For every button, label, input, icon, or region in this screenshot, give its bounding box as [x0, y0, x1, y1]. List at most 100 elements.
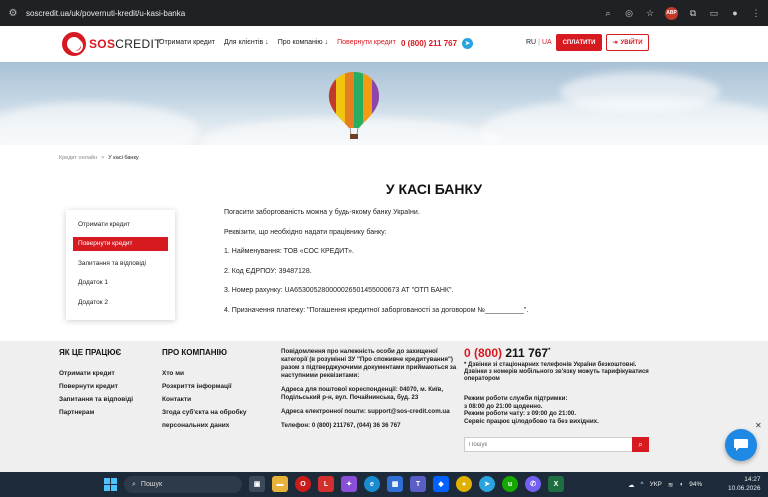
store-icon[interactable]: ▦: [387, 476, 403, 492]
teams-icon[interactable]: T: [410, 476, 426, 492]
breadcrumb: Кредит онлайн > У касі банку: [59, 155, 139, 161]
dropbox-icon[interactable]: ◆: [433, 476, 449, 492]
windows-start-icon[interactable]: [104, 478, 117, 491]
excel-icon[interactable]: X: [548, 476, 564, 492]
main-nav: Отримати кредит Для клієнтів ↓ Про компа…: [159, 39, 396, 46]
footer-link-partners[interactable]: Партнерам: [59, 406, 133, 419]
footer-link-who-we-are[interactable]: Хто ми: [162, 367, 272, 380]
system-tray: ☁ ^ УКР ≋ ◖ 94%: [628, 472, 702, 497]
header-phone[interactable]: 0 (800) 211 767 ➤: [401, 38, 474, 49]
nav-about[interactable]: Про компанію ↓: [278, 39, 328, 46]
clock-time: 14:27: [744, 476, 761, 483]
page-title: У КАСІ БАНКУ: [385, 181, 483, 197]
footer-hours-3: Режим роботи чату: з 09:00 до 21:00.: [464, 410, 577, 417]
cloud-icon[interactable]: ☁: [628, 481, 635, 489]
footer-col2-title: ПРО КОМПАНІЮ: [162, 348, 227, 357]
telegram-icon[interactable]: ➤: [462, 38, 474, 49]
footer-col1-title: ЯК ЦЕ ПРАЦЮЄ: [59, 348, 122, 357]
wifi-icon[interactable]: ≋: [668, 481, 673, 489]
edge-icon[interactable]: e: [364, 476, 380, 492]
footer-link-faq[interactable]: Запитання та відповіді: [59, 393, 133, 406]
footer-about: ПРО КОМПАНІЮ Хто ми Розкриття інформації…: [162, 348, 272, 432]
lang-ru[interactable]: RU: [526, 39, 536, 46]
browser-address-bar: ⚙ soscredit.ua/uk/povernuti-kredit/u-kas…: [0, 0, 768, 26]
logo[interactable]: SOSCREDIT: [62, 32, 162, 56]
nav-get-credit[interactable]: Отримати кредит: [159, 39, 215, 46]
content-intro: Погасити заборгованість можна у будь-яко…: [224, 209, 420, 216]
eye-off-icon[interactable]: ◎: [623, 7, 635, 19]
footer-phone-prefix: 0 (800): [464, 346, 503, 360]
footer-link-get-credit[interactable]: Отримати кредит: [59, 367, 133, 380]
url-field[interactable]: soscredit.ua/uk/povernuti-kredit/u-kasi-…: [26, 9, 185, 18]
profile-icon[interactable]: ●: [729, 7, 741, 19]
lifebuoy-icon: [62, 32, 86, 56]
search-button[interactable]: ⌕: [632, 437, 649, 452]
side-item-appendix-2[interactable]: Додаток 2: [73, 293, 168, 313]
footer-hours: Режим роботи служби підтримки: з 08:00 д…: [464, 395, 649, 425]
footer-notice-text: Повідомлення про належність особи до зах…: [281, 348, 457, 379]
chat-button[interactable]: [725, 429, 757, 461]
footer-link-consent[interactable]: Згода суб'єкта на обробку персональних д…: [162, 406, 272, 432]
hero-banner: [0, 62, 768, 145]
footer-how-it-works: ЯК ЦЕ ПРАЦЮЄ Отримати кредит Повернути к…: [59, 348, 133, 419]
footer-phone-main: 211 767: [505, 346, 549, 360]
nav-for-clients[interactable]: Для клієнтів ↓: [224, 39, 269, 46]
footer-contact: 0 (800) 211 767* * Дзвінки зі стаціонарн…: [464, 346, 649, 452]
opera-icon[interactable]: O: [295, 476, 311, 492]
header-phone-number[interactable]: 0 (800) 211 767: [401, 39, 457, 48]
footer-free-note: * Дзвінки зі стаціонарних телефонів Укра…: [464, 362, 649, 382]
login-icon: ⇥: [612, 40, 618, 46]
footer-link-disclosure[interactable]: Розкриття інформації: [162, 380, 272, 393]
nav-return-credit[interactable]: Повернути кредит: [337, 39, 396, 46]
site-settings-icon[interactable]: ⚙: [6, 6, 20, 20]
keyboard-lang[interactable]: УКР: [650, 481, 662, 488]
footer-phones: Телефон: 0 (800) 211767, (044) 36 36 767: [281, 422, 401, 429]
side-item-return-credit[interactable]: Повернути кредит: [73, 236, 168, 251]
extensions-icon[interactable]: ⧉: [687, 7, 699, 19]
footer-link-contacts[interactable]: Контакти: [162, 393, 272, 406]
battery-level[interactable]: 94%: [689, 481, 702, 488]
chrome-icon[interactable]: ●: [456, 476, 472, 492]
star-icon[interactable]: ☆: [644, 7, 656, 19]
adblock-icon[interactable]: ABP: [665, 6, 678, 20]
upwork-icon[interactable]: u: [502, 476, 518, 492]
footer-link-return-credit[interactable]: Повернути кредит: [59, 380, 133, 393]
side-item-faq[interactable]: Запитання та відповіді: [73, 254, 168, 274]
clock[interactable]: 14:27 10.06.2026: [728, 475, 761, 493]
taskbar-search[interactable]: ⌕ Пошук: [124, 476, 242, 493]
taskbar-search-label: Пошук: [140, 481, 163, 488]
menu-icon[interactable]: ⋮: [750, 7, 762, 19]
footer-hours-4: Сервіс працює цілодобово та без вихідних…: [464, 417, 599, 425]
task-view-icon[interactable]: ▣: [249, 476, 265, 492]
pay-button[interactable]: СПЛАТИТИ: [556, 34, 602, 51]
tray-chevron-icon[interactable]: ^: [641, 481, 644, 488]
chat-close-icon[interactable]: ✕: [755, 421, 762, 430]
file-explorer-icon[interactable]: ▬: [272, 476, 288, 492]
hot-air-balloon-image: [328, 72, 380, 139]
breadcrumb-home[interactable]: Кредит онлайн: [59, 155, 97, 161]
copilot-icon[interactable]: ✦: [341, 476, 357, 492]
footer-phone[interactable]: 0 (800) 211 767*: [464, 346, 649, 360]
footer-email[interactable]: Адреса електронної пошти: support@sos-cr…: [281, 408, 457, 416]
taskbar-search-icon: ⌕: [132, 480, 136, 488]
footer-hours-1: Режим роботи служби підтримки:: [464, 395, 568, 402]
windows-taskbar: ⌕ Пошук ▣ ▬ O L ✦ e ▦ T ◆ ● ➤ u ✆ X ☁ ^ …: [0, 472, 768, 497]
lang-ua[interactable]: UA: [542, 39, 552, 46]
footer-postal-address: Адреса для поштової кореспонденції: 0407…: [281, 386, 444, 401]
app-l-icon[interactable]: L: [318, 476, 334, 492]
zoom-icon[interactable]: ⌕: [602, 7, 614, 19]
footer-phone-star: *: [548, 348, 551, 354]
telegram-taskbar-icon[interactable]: ➤: [479, 476, 495, 492]
volume-icon[interactable]: ◖: [679, 481, 683, 488]
search-input[interactable]: [464, 437, 632, 452]
breadcrumb-current: У касі банку: [108, 155, 139, 161]
footer-search: ⌕: [464, 437, 649, 452]
main-content: Погасити заборгованість можна у будь-яко…: [224, 208, 528, 325]
login-button[interactable]: ⇥ УВІЙТИ: [606, 34, 649, 51]
viber-icon[interactable]: ✆: [525, 476, 541, 492]
content-requisites-heading: Реквізити, що необхідно надати працівник…: [224, 228, 387, 236]
sidebar-icon[interactable]: ▭: [708, 7, 720, 19]
side-item-get-credit[interactable]: Отримати кредит: [73, 215, 168, 235]
side-item-appendix-1[interactable]: Додаток 1: [73, 273, 168, 293]
clock-date: 10.06.2026: [728, 485, 761, 492]
